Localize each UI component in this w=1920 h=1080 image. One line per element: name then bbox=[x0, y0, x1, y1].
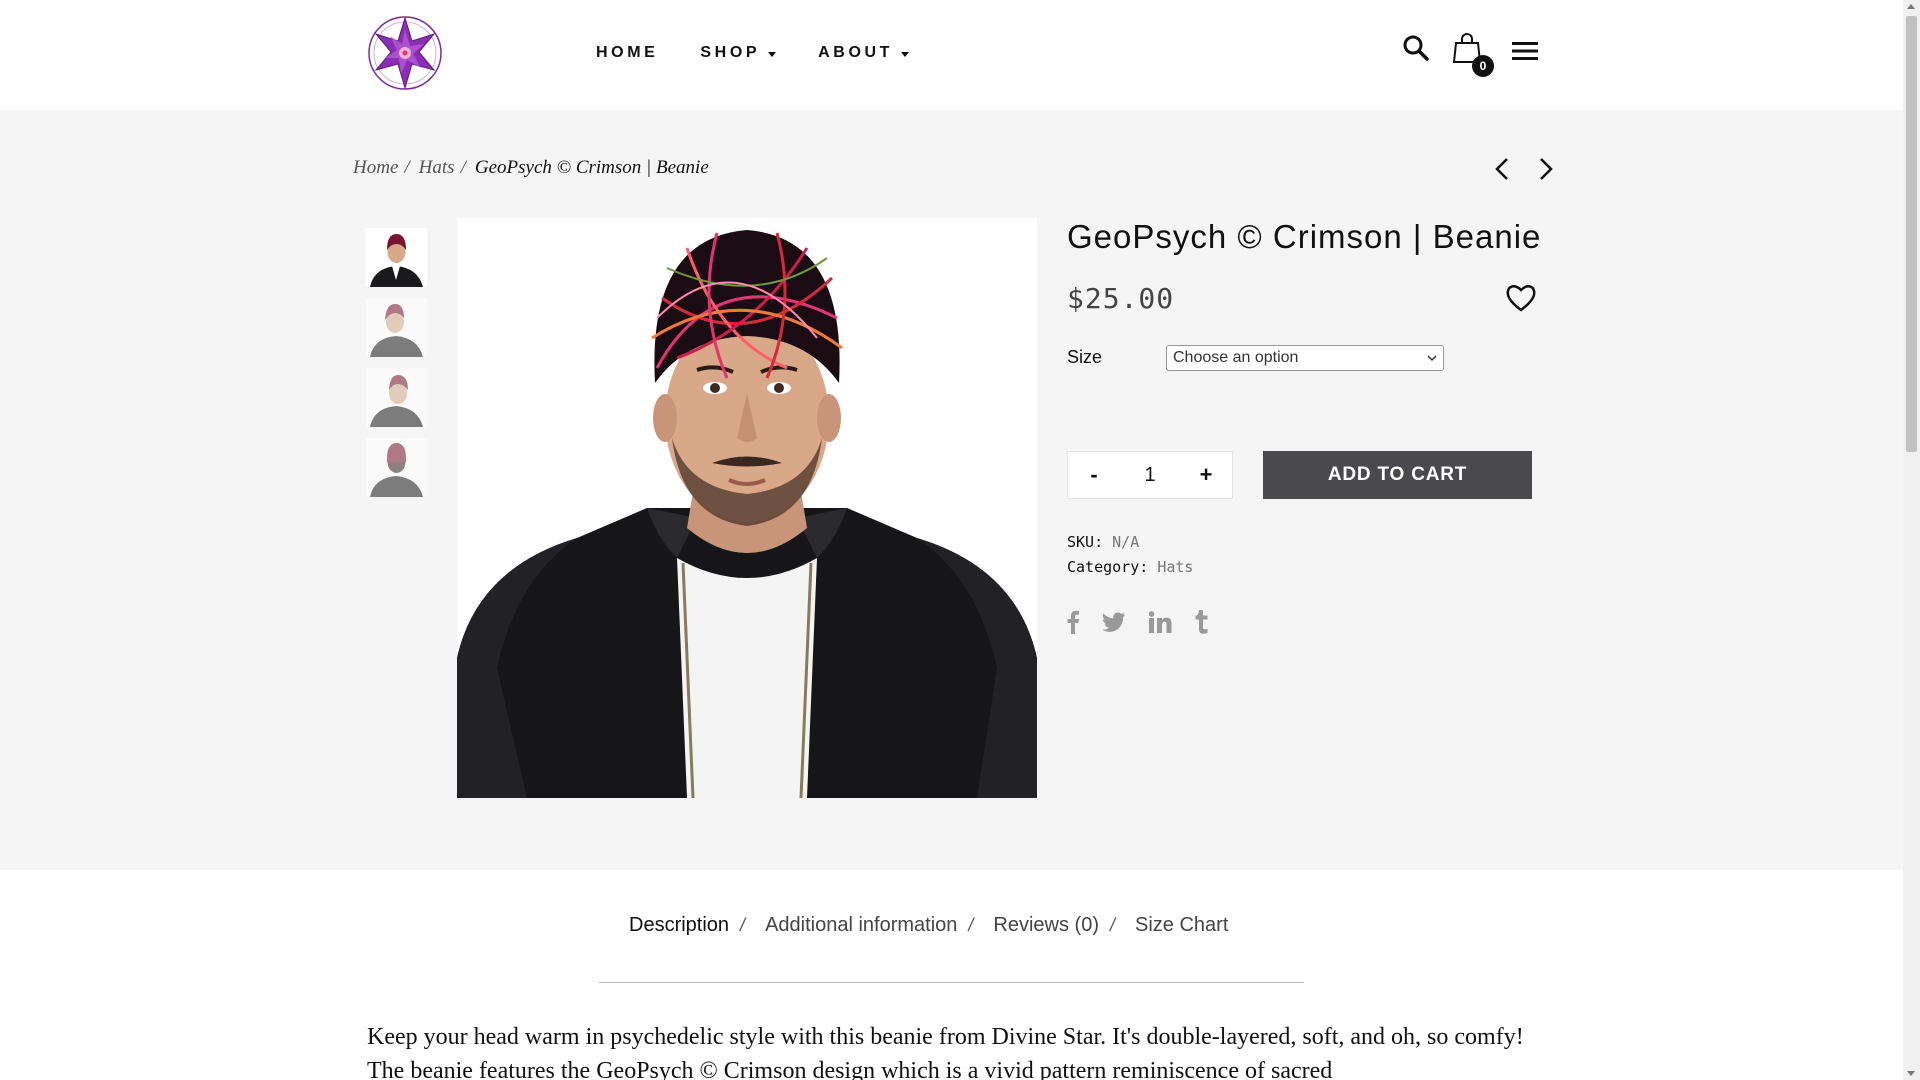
thumbnail-3[interactable] bbox=[366, 368, 427, 427]
cart-count-badge: 0 bbox=[1472, 55, 1494, 77]
chevron-down-icon bbox=[1427, 355, 1437, 362]
tab-size-chart[interactable]: Size Chart bbox=[1135, 914, 1228, 937]
tab-separator: / bbox=[968, 915, 974, 935]
size-select-value: Choose an option bbox=[1173, 349, 1299, 366]
chevron-left-icon[interactable] bbox=[1492, 156, 1512, 187]
main-product-image[interactable] bbox=[457, 218, 1037, 798]
quantity-increase-button[interactable]: + bbox=[1196, 462, 1216, 488]
caret-down-icon bbox=[768, 51, 777, 57]
size-select[interactable]: Choose an option bbox=[1166, 345, 1444, 371]
category-row: Category: Hats bbox=[1067, 555, 1193, 580]
product-thumbnail-image bbox=[366, 298, 427, 357]
linkedin-icon[interactable] bbox=[1148, 611, 1172, 638]
add-to-cart-button[interactable]: ADD TO CART bbox=[1263, 451, 1532, 499]
breadcrumb-home[interactable]: Home bbox=[353, 157, 398, 179]
main-nav: HOME SHOP ABOUT bbox=[596, 44, 910, 62]
scrollbar-thumb[interactable] bbox=[1906, 16, 1917, 452]
site-header: HOME SHOP ABOUT 0 bbox=[0, 0, 1903, 110]
category-link[interactable]: Hats bbox=[1157, 558, 1193, 576]
nav-about[interactable]: ABOUT bbox=[818, 44, 910, 62]
product-tabs: Description / Additional information / R… bbox=[629, 914, 1228, 937]
product-photo bbox=[457, 218, 1037, 798]
quantity-input[interactable]: 1 bbox=[1125, 464, 1175, 487]
facebook-icon[interactable] bbox=[1066, 610, 1080, 639]
twitter-icon[interactable] bbox=[1102, 612, 1126, 637]
product-thumbnail-image bbox=[366, 228, 427, 287]
breadcrumb-separator: / bbox=[404, 157, 410, 178]
product-title: GeoPsych © Crimson | Beanie bbox=[1067, 218, 1542, 255]
product-description: Keep your head warm in psychedelic style… bbox=[367, 1024, 1524, 1080]
heart-icon[interactable] bbox=[1505, 283, 1537, 318]
divine-star-logo[interactable] bbox=[366, 14, 444, 92]
nav-home-label: HOME bbox=[596, 44, 659, 61]
breadcrumb: Home / Hats / GeoPsych © Crimson | Beani… bbox=[353, 157, 709, 179]
social-share bbox=[1066, 610, 1208, 639]
sku-value: N/A bbox=[1112, 533, 1140, 551]
quantity-stepper: - 1 + bbox=[1067, 451, 1233, 499]
tab-reviews[interactable]: Reviews (0) bbox=[993, 914, 1099, 937]
star-logo-icon bbox=[368, 16, 442, 90]
sku-label: SKU: bbox=[1067, 533, 1104, 551]
nav-shop[interactable]: SHOP bbox=[700, 44, 777, 62]
page-scrollbar[interactable] bbox=[1903, 0, 1920, 1080]
size-label: Size bbox=[1067, 347, 1103, 367]
tab-additional-information[interactable]: Additional information bbox=[765, 914, 957, 937]
tabs-divider bbox=[599, 982, 1304, 983]
product-thumbnail-image bbox=[366, 438, 427, 497]
sku-row: SKU: N/A bbox=[1067, 530, 1193, 555]
breadcrumb-current: GeoPsych © Crimson | Beanie bbox=[474, 157, 709, 178]
chevron-right-icon[interactable] bbox=[1536, 156, 1556, 187]
thumbnail-1[interactable] bbox=[366, 228, 427, 287]
tab-description[interactable]: Description bbox=[629, 914, 729, 937]
product-thumbnail-image bbox=[366, 368, 427, 427]
product-thumbnails bbox=[366, 228, 427, 497]
product-meta: SKU: N/A Category: Hats bbox=[1067, 530, 1193, 580]
category-label: Category: bbox=[1067, 558, 1149, 576]
nav-about-label: ABOUT bbox=[818, 44, 894, 61]
scroll-down-icon[interactable] bbox=[1907, 1071, 1915, 1076]
nav-home[interactable]: HOME bbox=[596, 44, 658, 62]
thumbnail-2[interactable] bbox=[366, 298, 427, 357]
tab-separator: / bbox=[740, 915, 746, 935]
product-price: $25.00 bbox=[1067, 282, 1175, 315]
tumblr-icon[interactable] bbox=[1194, 610, 1208, 639]
nav-shop-label: SHOP bbox=[700, 44, 761, 61]
scroll-up-icon[interactable] bbox=[1907, 4, 1915, 9]
product-tabs-section: Description / Additional information / R… bbox=[0, 870, 1903, 1080]
caret-down-icon bbox=[901, 51, 910, 57]
quantity-decrease-button[interactable]: - bbox=[1084, 462, 1104, 488]
search-icon[interactable] bbox=[1402, 34, 1430, 67]
tab-separator: / bbox=[1110, 915, 1116, 935]
breadcrumb-hats[interactable]: Hats bbox=[419, 157, 455, 179]
thumbnail-4[interactable] bbox=[366, 438, 427, 497]
hamburger-menu-icon[interactable] bbox=[1512, 40, 1538, 67]
breadcrumb-separator: / bbox=[460, 157, 466, 178]
